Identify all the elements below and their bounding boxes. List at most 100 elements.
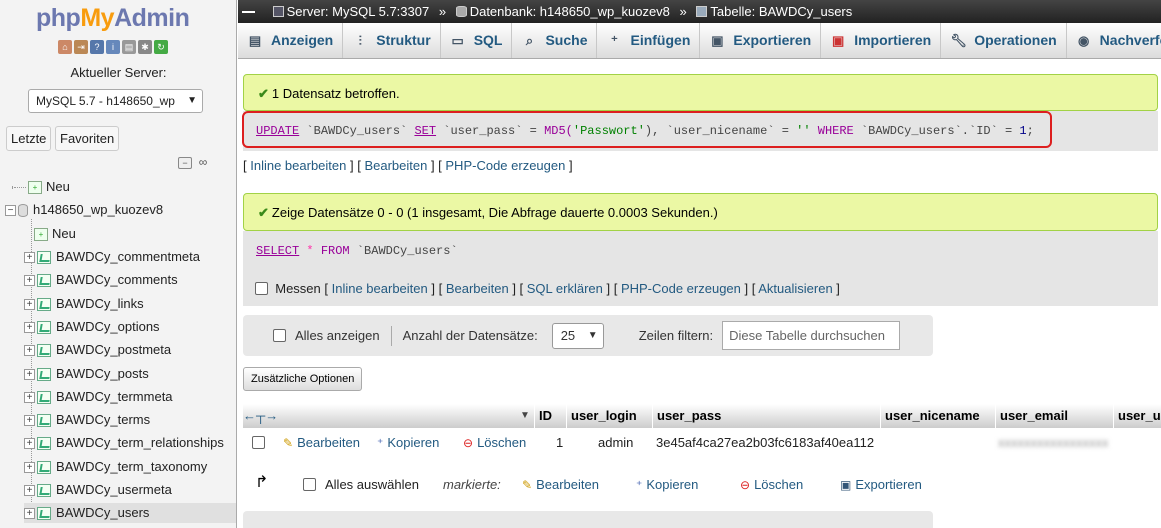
rows-select[interactable]: 25 ▼ xyxy=(551,322,604,349)
tab-insert[interactable]: ⁺ Einfügen xyxy=(597,23,701,58)
quick-icons: ⌂ ⇥ ? i ▤ ✱ ↻ xyxy=(58,40,168,54)
row-copy-button[interactable]: ⁺ Kopieren xyxy=(377,429,439,456)
explain-sql-link[interactable]: SQL erklären xyxy=(527,281,603,296)
col-user-login[interactable]: user_login xyxy=(566,404,637,428)
select-all-label[interactable]: Alles auswählen xyxy=(325,477,419,492)
show-all-checkbox[interactable] xyxy=(273,329,286,342)
breadcrumb-table[interactable]: Tabelle: BAWDCy_users xyxy=(710,4,852,19)
tab-favorites[interactable]: Favoriten xyxy=(55,126,120,151)
expand-icon[interactable]: + xyxy=(24,507,35,519)
expand-icon[interactable]: + xyxy=(24,437,35,449)
inline-edit-link[interactable]: Inline bearbeiten xyxy=(332,281,428,296)
table-icon xyxy=(37,506,51,520)
expand-icon[interactable]: + xyxy=(24,344,35,356)
bulk-export-button[interactable]: ▣ Exportieren xyxy=(840,477,922,492)
tab-tracking[interactable]: ◉Nachverfolgen xyxy=(1067,23,1161,58)
edit-link[interactable]: Bearbeiten xyxy=(364,158,427,173)
tab-export[interactable]: ▣ Exportieren xyxy=(700,23,822,58)
gear-icon[interactable]: ✱ xyxy=(138,40,152,54)
row-delete-button[interactable]: ⊖ Löschen xyxy=(463,429,526,456)
expand-icon[interactable]: + xyxy=(24,251,35,263)
main-menu: ▤ Anzeigen ⫶ Struktur ▭ SQL ⌕ Suche ⁺ Einfüge… xyxy=(238,23,1161,59)
breadcrumb-server[interactable]: Server: MySQL 5.7:3307 xyxy=(287,4,430,19)
sidebar-table-item[interactable]: + BAWDCy_term_relationships xyxy=(24,433,224,453)
page-icon[interactable]: ▤ xyxy=(122,40,136,54)
tab-sql[interactable]: ▭ SQL xyxy=(441,23,513,58)
col-user-url[interactable]: user_u xyxy=(1113,404,1161,428)
col-user-pass[interactable]: user_pass xyxy=(652,404,721,428)
collapse-all-icon[interactable]: − xyxy=(178,157,192,169)
php-code-link[interactable]: PHP-Code erzeugen xyxy=(445,158,565,173)
row-checkbox[interactable] xyxy=(252,436,265,449)
sql-keyword[interactable]: SELECT xyxy=(256,244,299,258)
breadcrumb-database[interactable]: Datenbank: h148650_wp_kuozev8 xyxy=(470,4,670,19)
link-icon[interactable]: ∞ xyxy=(196,156,210,169)
sort-desc-icon[interactable]: ▼ xyxy=(520,404,530,428)
expand-icon[interactable]: + xyxy=(24,298,35,310)
cell-login[interactable]: admin xyxy=(598,429,633,456)
sidebar-table-item[interactable]: + BAWDCy_term_taxonomy xyxy=(24,457,207,477)
expand-icon[interactable]: + xyxy=(24,274,35,286)
sidebar-table-item[interactable]: + BAWDCy_comments xyxy=(24,270,178,290)
browse-icon: ▤ xyxy=(248,32,262,48)
filter-input[interactable]: Diese Tabelle durchsuchen xyxy=(722,321,901,350)
col-user-nicename[interactable]: user_nicename xyxy=(880,404,980,428)
table-name: BAWDCy_options xyxy=(56,319,160,334)
help-icon[interactable]: ? xyxy=(90,40,104,54)
tab-browse[interactable]: ▤ Anzeigen xyxy=(238,23,344,58)
tab-operations[interactable]: 🔧︎ Operationen xyxy=(941,23,1067,58)
select-all-checkbox[interactable] xyxy=(303,478,316,491)
column-arrows-icon[interactable]: ←┬→ xyxy=(243,404,278,428)
bulk-delete-button[interactable]: ⊖ Löschen xyxy=(740,477,803,492)
sidebar-table-item[interactable]: + BAWDCy_users xyxy=(24,503,236,523)
new-icon: + xyxy=(28,180,42,194)
reload-icon[interactable]: ↻ xyxy=(154,40,168,54)
edit-link[interactable]: Bearbeiten xyxy=(446,281,509,296)
table-name: BAWDCy_usermeta xyxy=(56,482,172,497)
sidebar-table-item[interactable]: + BAWDCy_usermeta xyxy=(24,480,172,500)
sidebar-table-item[interactable]: + BAWDCy_terms xyxy=(24,410,150,430)
collapse-icon[interactable]: − xyxy=(5,204,16,216)
tree-new-table[interactable]: + Neu xyxy=(34,224,76,244)
delete-icon: ⊖ xyxy=(463,436,474,450)
col-user-email[interactable]: user_email xyxy=(995,404,1068,428)
expand-icon[interactable]: + xyxy=(24,414,35,426)
tab-structure[interactable]: ⫶ Struktur xyxy=(343,23,441,58)
bulk-copy-button[interactable]: ⁺ Kopieren xyxy=(636,477,698,492)
sidebar-table-item[interactable]: + BAWDCy_postmeta xyxy=(24,340,171,360)
sidebar-table-item[interactable]: + BAWDCy_termmeta xyxy=(24,387,173,407)
sidebar-table-item[interactable]: + BAWDCy_links xyxy=(24,294,144,314)
tab-import[interactable]: ▣ Importieren xyxy=(821,23,942,58)
col-id[interactable]: ID xyxy=(534,404,552,428)
home-icon[interactable]: ⌂ xyxy=(58,40,72,54)
refresh-link[interactable]: Aktualisieren xyxy=(758,281,832,296)
tab-recent[interactable]: Letzte xyxy=(6,126,52,151)
row-edit-button[interactable]: ✎ Bearbeiten xyxy=(283,429,360,456)
sidebar-table-item[interactable]: + BAWDCy_commentmeta xyxy=(24,247,200,267)
expand-icon[interactable]: + xyxy=(24,391,35,403)
cell-pass[interactable]: 3e45af4ca27ea2b03fc6183af40ea112 xyxy=(656,429,874,456)
tab-search[interactable]: ⌕ Suche xyxy=(512,23,598,58)
expand-icon[interactable]: + xyxy=(24,321,35,333)
sidebar-table-item[interactable]: + BAWDCy_options xyxy=(24,317,160,337)
expand-icon[interactable]: + xyxy=(24,484,35,496)
eye-icon: ◉ xyxy=(1078,32,1090,48)
extra-options-button[interactable]: Zusätzliche Optionen xyxy=(243,367,363,391)
sidebar-table-item[interactable]: + BAWDCy_posts xyxy=(24,364,149,384)
server-select[interactable]: MySQL 5.7 - h148650_wp ▼ xyxy=(28,89,203,113)
expand-icon[interactable]: + xyxy=(24,368,35,380)
logout-icon[interactable]: ⇥ xyxy=(74,40,88,54)
tree-new-database[interactable]: + Neu xyxy=(14,177,70,197)
php-code-link[interactable]: PHP-Code erzeugen xyxy=(621,281,741,296)
phpmyadmin-logo[interactable]: phpMyAdmin xyxy=(36,4,190,33)
profiling-checkbox[interactable] xyxy=(255,282,268,295)
tree-database[interactable]: − h148650_wp_kuozev8 xyxy=(5,200,163,220)
inline-edit-link[interactable]: Inline bearbeiten xyxy=(250,158,346,173)
rows-label: Anzahl der Datensätze: xyxy=(402,328,538,343)
cell-id[interactable]: 1 xyxy=(556,429,563,456)
bulk-edit-button[interactable]: ✎ Bearbeiten xyxy=(522,477,599,492)
collapse-sidebar-icon[interactable] xyxy=(242,11,255,13)
docs-icon[interactable]: i xyxy=(106,40,120,54)
cell-email-redacted[interactable]: xxxxxxxxxxxxxxxxxx xyxy=(998,429,1108,456)
expand-icon[interactable]: + xyxy=(24,461,35,473)
